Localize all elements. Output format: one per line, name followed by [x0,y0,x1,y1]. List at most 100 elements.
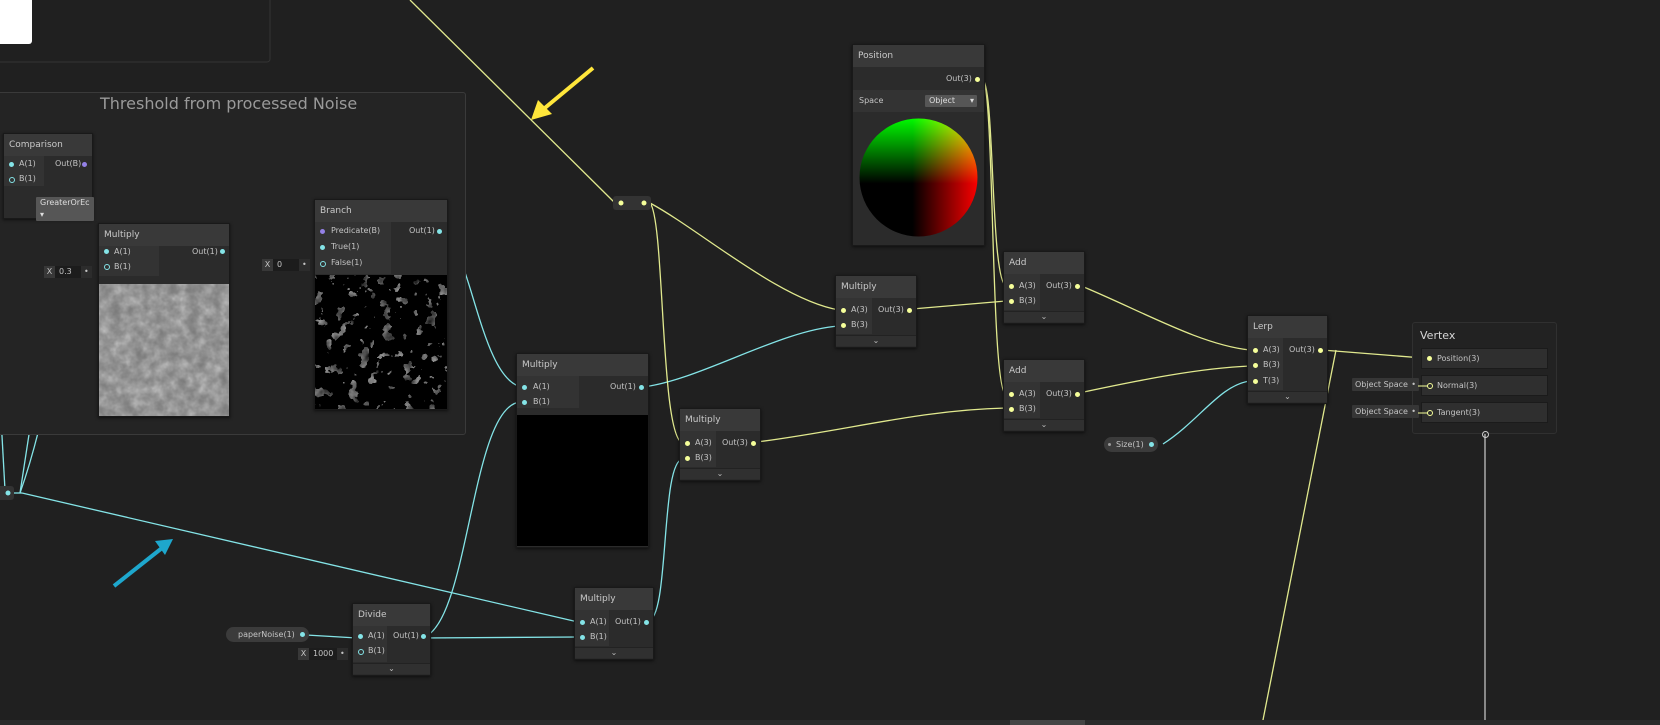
multiply-node[interactable]: Multiply A(1) B(1) Out(1) [516,353,649,548]
property-size[interactable]: Size(1) [1104,437,1158,452]
bottom-scrollbar-thumb[interactable] [1010,720,1085,725]
output-port[interactable] [751,441,756,446]
normal-space-field[interactable]: Object Space • [1352,378,1419,391]
output-port[interactable] [82,162,87,167]
multiply-node[interactable]: Multiply A(3) B(3) Out(3) ⌄ [835,275,917,348]
input-port-a[interactable] [522,385,527,390]
node-title: Add [1004,252,1084,274]
node-expand[interactable]: ⌄ [1248,391,1327,402]
input-port-b[interactable] [1253,363,1258,368]
output-port[interactable] [1075,284,1080,289]
add-node[interactable]: Add A(3) B(3) Out(3) ⌄ [1003,251,1085,324]
output-port[interactable] [639,385,644,390]
port-label: B(3) [695,453,712,462]
vertex-position-slot[interactable]: Position(3) [1421,348,1548,369]
output-port[interactable] [220,249,225,254]
node-title: Add [1004,360,1084,382]
multiply-node[interactable]: Multiply A(1) B(1) Out(1) ⌄ [574,587,654,660]
input-port-a[interactable] [580,620,585,625]
wire-size-lerp [1162,380,1251,445]
vertex-block[interactable]: Vertex Position(3) Normal(3) Tangent(3) [1412,322,1557,434]
vertex-output-port[interactable] [1482,431,1489,438]
dropdown-arrow-icon: ▾ [40,210,45,219]
white-panel [0,0,32,44]
node-expand[interactable]: ⌄ [353,663,430,674]
divide-node[interactable]: Divide A(1) B(1) Out(1) ⌄ [352,603,431,676]
input-port-a[interactable] [358,634,363,639]
output-port[interactable] [907,308,912,313]
tangent-space-field[interactable]: Object Space • [1352,405,1419,418]
input-port-b[interactable] [841,323,846,328]
input-port-b[interactable] [580,635,585,640]
port-label: B(3) [1019,296,1036,305]
branch-node[interactable]: Branch Predicate(B) True(1) False(1) Out… [314,199,448,410]
multiply-node[interactable]: Multiply A(1) B(1) Out(1) [98,223,230,417]
port-label: A(1) [368,631,385,640]
wire-paper-divide [305,634,358,639]
node-expand[interactable]: ⌄ [836,335,916,346]
vertex-tangent-slot[interactable]: Tangent(3) [1421,402,1548,423]
node-title: Multiply [680,409,760,431]
output-port[interactable] [437,229,442,234]
comparison-mode-dropdown[interactable]: GreaterOrEc ▾ [36,197,94,221]
input-port[interactable] [1427,356,1432,361]
comparison-node[interactable]: Comparison A(1) B(1) Out(B) GreaterOrEc … [3,133,94,221]
wire-mult-mid-v3a [642,325,840,388]
output-port[interactable] [644,620,649,625]
multiply-b-field[interactable]: X 0.3 • [44,266,92,278]
space-dropdown[interactable]: Object ▾ [925,95,977,107]
node-expand[interactable]: ⌄ [680,468,760,479]
input-port-a[interactable] [685,441,690,446]
input-port-a[interactable] [1253,348,1258,353]
property-port [1108,443,1111,446]
input-port-a[interactable] [841,308,846,313]
input-port-true[interactable] [320,245,325,250]
input-port-b[interactable] [1009,407,1014,412]
property-paperNoise[interactable]: paperNoise(1) [226,627,309,642]
input-port-false[interactable] [320,261,326,267]
position-node[interactable]: Position Out(3) Space Object ▾ [852,44,985,246]
input-port-t[interactable] [1253,379,1258,384]
chevron-down-icon: ⌄ [1040,420,1048,429]
port-label: Out(1) [393,631,419,640]
input-port-a[interactable] [1009,392,1014,397]
lerp-node[interactable]: Lerp A(3) B(3) T(3) Out(3) ⌄ [1247,315,1328,404]
input-port-b[interactable] [9,177,15,183]
port-label: A(3) [695,438,712,447]
property-port[interactable] [1148,442,1154,447]
property-port[interactable] [299,632,305,637]
input-port-b[interactable] [104,264,110,270]
input-port-b[interactable] [358,649,364,655]
port-label: False(1) [331,258,363,267]
node-expand[interactable]: ⌄ [575,647,653,658]
wire-v3a-add-top [911,300,1007,310]
add-node[interactable]: Add A(3) B(3) Out(3) ⌄ [1003,359,1085,432]
output-port[interactable] [1075,392,1080,397]
input-port-b[interactable] [522,400,527,405]
input-port-a[interactable] [1009,284,1014,289]
node-title: Multiply [575,588,653,610]
input-port-a[interactable] [9,162,14,167]
node-expand[interactable]: ⌄ [1004,419,1084,430]
port-label: A(3) [851,305,868,314]
node-expand[interactable]: ⌄ [1004,311,1084,322]
output-port[interactable] [421,634,426,639]
divide-b-field[interactable]: X 1000 • [298,648,348,660]
wire-add-top-lerp [1078,284,1251,351]
port-label: A(3) [1019,389,1036,398]
multiply-node[interactable]: Multiply A(3) B(3) Out(3) ⌄ [679,408,761,481]
vertex-normal-slot[interactable]: Normal(3) [1421,375,1548,396]
space-connectors [1418,385,1428,414]
chevron-down-icon: ⌄ [1284,392,1291,401]
input-port-b[interactable] [685,456,690,461]
port-label: B(1) [19,174,36,183]
output-port[interactable] [1318,348,1323,353]
input-port-predicate[interactable] [320,229,325,234]
branch-false-field[interactable]: X 0 • [262,259,310,271]
port-label: Predicate(B) [331,226,381,235]
input-port-a[interactable] [104,249,109,254]
input-port-b[interactable] [1009,299,1014,304]
output-port[interactable] [975,77,980,82]
port-label: Out(3) [1046,389,1072,398]
bottom-scrollbar[interactable] [0,720,1660,725]
